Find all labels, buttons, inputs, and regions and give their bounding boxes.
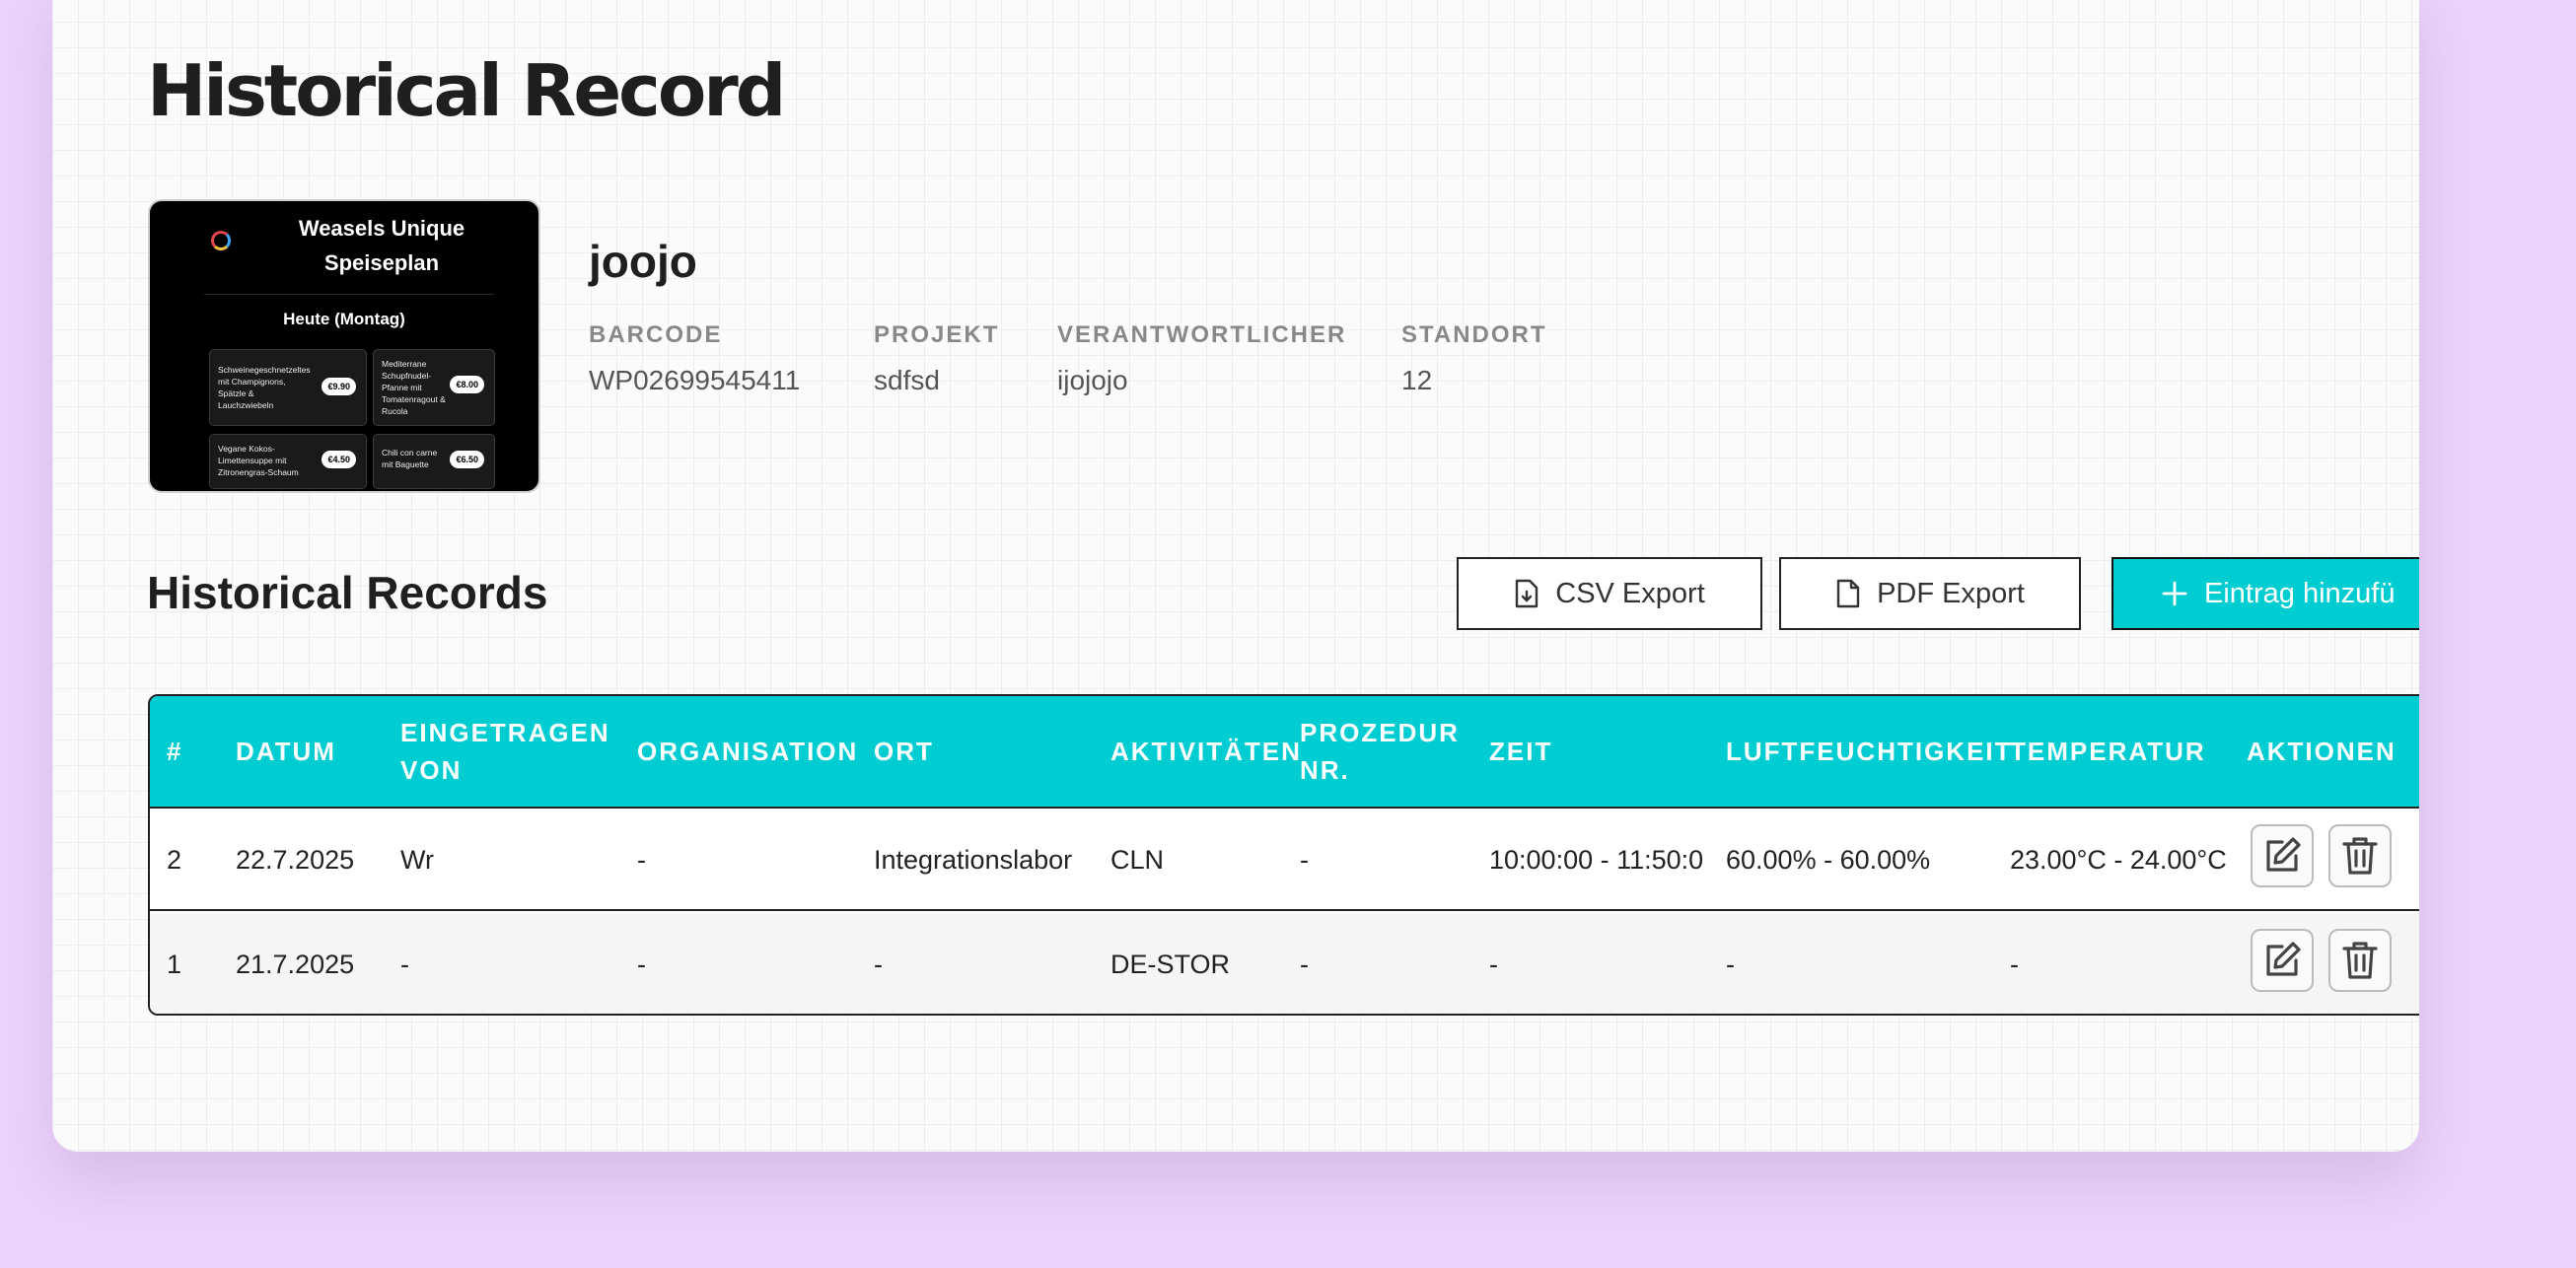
pdf-export-label: PDF Export: [1877, 577, 2025, 609]
csv-export-label: CSV Export: [1555, 577, 1705, 609]
menu-item: Chili con carne mit Baguette €6.50: [373, 434, 495, 489]
column-header[interactable]: #: [167, 696, 182, 807]
menu-item-price: €6.50: [450, 451, 484, 468]
table-cell: 2: [167, 844, 182, 875]
table-cell: 1: [167, 949, 182, 979]
edit-button[interactable]: [2251, 929, 2314, 992]
add-entry-label: Eintrag hinzufü: [2204, 577, 2396, 609]
table-cell: -: [637, 844, 646, 875]
menu-item-name: Chili con carne mit Baguette: [382, 448, 438, 469]
column-header[interactable]: ORT: [874, 696, 934, 807]
table-cell: -: [874, 949, 883, 979]
table-cell: -: [1300, 844, 1309, 875]
menu-item: Mediterrane Schupfnudel-Pfanne mit Tomat…: [373, 349, 495, 426]
table-cell: Wr: [400, 844, 434, 875]
verantwortlicher-label: VERANTWORTLICHER: [1057, 321, 1347, 348]
menu-item-price: €9.90: [322, 378, 356, 395]
column-header[interactable]: EINGETRAGEN VON: [400, 696, 617, 807]
verantwortlicher-value: ijojojo: [1057, 365, 1128, 395]
menu-item: Schweinegeschnetzeltes mit Champignons, …: [209, 349, 367, 426]
delete-button[interactable]: [2328, 824, 2392, 887]
column-header[interactable]: DATUM: [236, 696, 336, 807]
delete-button[interactable]: [2328, 929, 2392, 992]
menu-item-name: Vegane Kokos-Limettensuppe mit Zitroneng…: [218, 444, 299, 477]
table-cell: 23.00°C - 24.00°C: [2010, 844, 2227, 875]
record-thumbnail[interactable]: Weasels Unique Speiseplan Heute (Montag)…: [148, 199, 540, 493]
csv-export-button[interactable]: CSV Export: [1457, 557, 1762, 630]
table-cell: DE-STOR: [1110, 949, 1231, 979]
column-header[interactable]: TEMPERATUR: [2010, 696, 2206, 807]
column-header[interactable]: LUFTFEUCHTIGKEIT: [1726, 696, 2013, 807]
trash-icon: [2342, 837, 2378, 875]
section-title: Historical Records: [147, 567, 548, 618]
edit-icon: [2266, 837, 2301, 872]
barcode-value: WP02699545411: [589, 365, 801, 395]
table-cell: 60.00% - 60.00%: [1726, 844, 1931, 875]
column-header[interactable]: ZEIT: [1489, 696, 1552, 807]
table-cell: 22.7.2025: [236, 844, 355, 875]
file-icon: [1836, 579, 1860, 608]
table-cell: -: [1489, 949, 1498, 979]
standort-label: STANDORT: [1401, 321, 1547, 348]
records-table: # DATUM EINGETRAGEN VON ORGANISATION ORT…: [148, 694, 2419, 1016]
table-cell: -: [1300, 949, 1309, 979]
projekt-label: PROJEKT: [874, 321, 1000, 348]
table-cell: -: [2010, 949, 2019, 979]
card-content: Historical Record Weasels Unique Speisep…: [147, 0, 2419, 1152]
table-cell: -: [400, 949, 409, 979]
logo-icon: [211, 231, 231, 250]
table-row: 2 22.7.2025 Wr - Integrationslabor CLN -…: [150, 809, 2419, 911]
menu-item-price: €4.50: [322, 451, 356, 468]
column-header[interactable]: ORGANISATION: [637, 696, 858, 807]
table-cell: CLN: [1110, 844, 1165, 875]
menu-item: Vegane Kokos-Limettensuppe mit Zitroneng…: [209, 434, 367, 489]
entity-name: joojo: [589, 236, 697, 287]
main-card: Historical Record Weasels Unique Speisep…: [52, 0, 2419, 1152]
page-title: Historical Record: [147, 49, 786, 132]
thumbnail-day: Heute (Montag): [283, 310, 405, 328]
table-cell: -: [637, 949, 646, 979]
edit-button[interactable]: [2251, 824, 2314, 887]
menu-item-price: €8.00: [450, 376, 484, 393]
table-cell: -: [1726, 949, 1735, 979]
trash-icon: [2342, 942, 2378, 979]
barcode-label: BARCODE: [589, 321, 723, 348]
table-cell: 21.7.2025: [236, 949, 355, 979]
thumbnail-divider: [204, 294, 494, 295]
table-cell: Integrationslabor: [874, 844, 1073, 875]
edit-icon: [2266, 942, 2301, 976]
pdf-export-button[interactable]: PDF Export: [1779, 557, 2081, 630]
standort-value: 12: [1401, 365, 1433, 395]
column-header[interactable]: PROZEDUR NR.: [1300, 696, 1467, 807]
column-header: AKTIONEN: [2247, 737, 2397, 766]
file-download-icon: [1516, 579, 1538, 608]
menu-item-name: Mediterrane Schupfnudel-Pfanne mit Tomat…: [382, 359, 446, 416]
table-row: 1 21.7.2025 - - - DE-STOR - - - -: [150, 913, 2419, 1014]
table-cell: 10:00:00 - 11:50:0: [1489, 844, 1704, 875]
projekt-value: sdfsd: [874, 365, 940, 395]
menu-item-name: Schweinegeschnetzeltes mit Champignons, …: [218, 365, 311, 410]
add-entry-button[interactable]: Eintrag hinzufü: [2111, 557, 2419, 630]
table-header: # DATUM EINGETRAGEN VON ORGANISATION ORT…: [150, 696, 2419, 809]
column-header[interactable]: AKTIVITÄTEN: [1110, 696, 1302, 807]
thumbnail-title: Weasels Unique Speiseplan: [298, 216, 465, 275]
plus-icon: [2162, 581, 2187, 606]
